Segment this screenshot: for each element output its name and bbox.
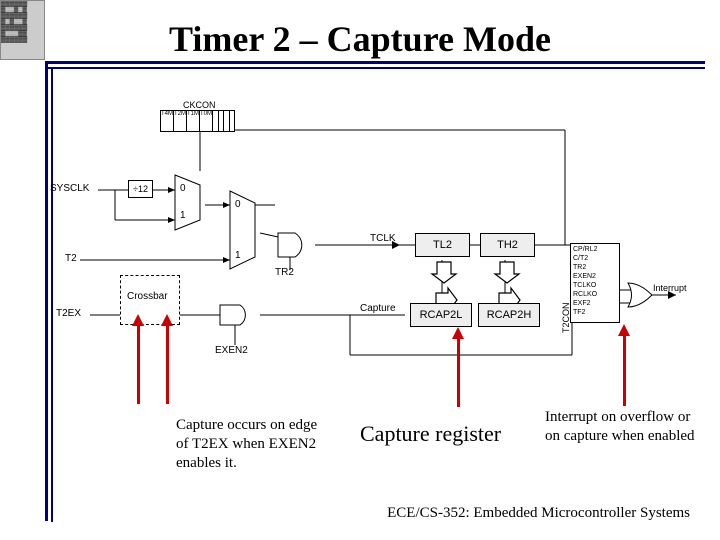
- rcap2l-register: RCAP2L: [410, 303, 472, 327]
- sysclk-label: SYSCLK: [50, 183, 89, 194]
- mux-b-0: 0: [235, 199, 241, 210]
- caption-center: Capture register: [360, 420, 510, 448]
- interrupt-label: Interrupt: [653, 283, 687, 293]
- frame-left-2: [51, 67, 53, 522]
- rcap2h-register: RCAP2H: [478, 303, 540, 327]
- red-arrow-1: [137, 324, 140, 404]
- tl2-register: TL2: [415, 233, 470, 257]
- red-arrow-4: [623, 334, 626, 406]
- red-arrow-2: [166, 324, 169, 404]
- tr2-label: TR2: [275, 267, 294, 278]
- t2ex-label: T2EX: [56, 308, 81, 319]
- red-arrow-3: [457, 337, 460, 407]
- slide-title: Timer 2 – Capture Mode: [0, 18, 720, 60]
- mux-b-1: 1: [235, 250, 241, 261]
- ckcon-register: T4M T2M T1M T0M: [160, 110, 235, 132]
- tclk-label: TCLK: [370, 233, 396, 244]
- slide-footer: ECE/CS-352: Embedded Microcontroller Sys…: [387, 505, 690, 522]
- ckcon-label: CKCON: [183, 100, 216, 110]
- frame-top-2: [45, 67, 705, 69]
- capture-label: Capture: [360, 303, 396, 314]
- th2-register: TH2: [480, 233, 535, 257]
- caption-left: Capture occurs on edge of T2EX when EXEN…: [176, 416, 326, 472]
- exen2-label: EXEN2: [215, 345, 248, 356]
- mux-a-1: 1: [180, 210, 186, 221]
- t2con-register: CP/RL2 C/T2 TR2 EXEN2 TCLKO RCLKO EXF2 T…: [570, 243, 620, 323]
- caption-right: Interrupt on overflow or on capture when…: [545, 408, 695, 446]
- t2-label: T2: [65, 253, 77, 264]
- crossbar-label: Crossbar: [127, 291, 168, 302]
- mux-a-0: 0: [180, 183, 186, 194]
- frame-top-1: [45, 61, 705, 64]
- div12-block: ÷12: [128, 180, 153, 198]
- frame-left-1: [45, 61, 48, 521]
- block-diagram: CKCON T4M T2M T1M T0M SYSCLK T2 T2EX ÷12…: [60, 95, 680, 365]
